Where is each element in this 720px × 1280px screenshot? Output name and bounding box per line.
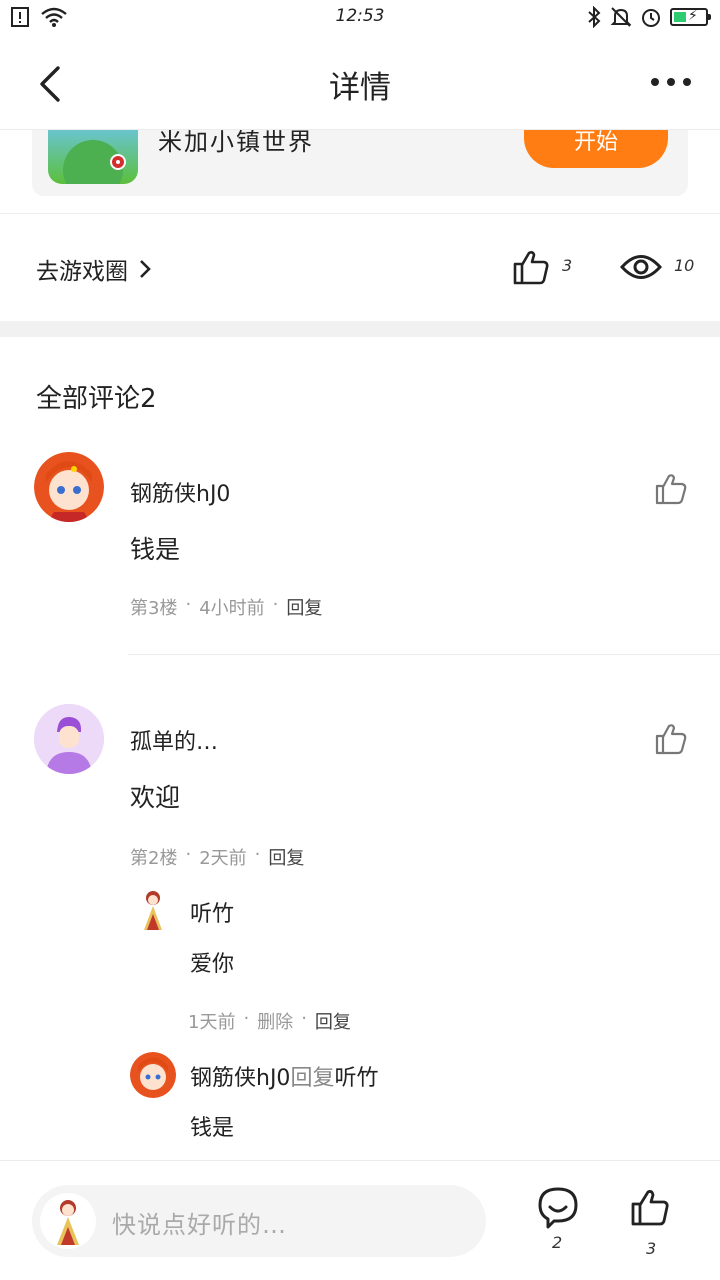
comment-like-icon[interactable] <box>654 472 688 506</box>
reply-header: 钢筋侠hJ0回复听竹 <box>190 1060 378 1092</box>
view-count: 10 <box>674 256 695 275</box>
floor-number: 第3楼 <box>130 598 178 619</box>
comment-divider <box>128 654 720 655</box>
reply-button[interactable]: 回复 <box>315 1008 351 1034</box>
top-navigation-bar: 详情 <box>0 36 720 130</box>
floor-number: 第2楼 <box>130 848 178 869</box>
avatar[interactable] <box>34 452 104 522</box>
meta-separator: · <box>185 594 192 615</box>
comment-like-icon[interactable] <box>654 722 688 756</box>
mute-bell-icon <box>610 7 632 27</box>
reply-button[interactable]: 回复 <box>286 594 322 620</box>
like-count: 3 <box>562 256 573 275</box>
comment-meta: 第2楼 · 2天前 · 回复 <box>130 844 304 870</box>
go-to-game-circle-label: 去游戏圈 <box>36 259 128 285</box>
thumbs-up-icon[interactable] <box>512 248 550 286</box>
comment-username[interactable]: 孤单的… <box>130 724 218 756</box>
eye-icon <box>620 255 662 279</box>
comment-input-placeholder: 快说点好听的… <box>112 1211 287 1239</box>
section-separator <box>0 321 720 337</box>
like-count: 3 <box>646 1239 657 1258</box>
comment-time: 2天前 <box>199 848 247 869</box>
avatar[interactable] <box>34 704 104 774</box>
thumbs-up-icon[interactable] <box>630 1187 670 1227</box>
status-right-icons: ⚡ <box>586 6 711 28</box>
reply-text: 爱你 <box>190 952 235 977</box>
delete-button[interactable]: 删除 <box>257 1008 293 1034</box>
comment-item: 钢筋侠hJ0 钱是 第3楼 · 4小时前 · 回复 <box>0 452 720 652</box>
bottom-action-bar: 快说点好听的… 2 3 <box>0 1160 720 1280</box>
meta-separator: · <box>243 1008 250 1029</box>
bluetooth-icon <box>588 6 601 28</box>
comment-time: 4小时前 <box>199 598 265 619</box>
chevron-right-icon <box>140 260 151 278</box>
comment-meta: 第3楼 · 4小时前 · 回复 <box>130 594 322 620</box>
go-to-game-circle-link[interactable]: 去游戏圈 <box>36 252 152 286</box>
reply-username[interactable]: 听竹 <box>190 896 234 928</box>
comment-text: 钱是 <box>130 535 181 564</box>
alarm-icon <box>642 9 660 27</box>
more-options-icon[interactable] <box>650 72 692 92</box>
reply-time: 1天前 <box>188 1012 236 1033</box>
meta-separator: · <box>185 844 192 865</box>
all-comments-title: 全部评论2 <box>36 384 157 414</box>
comment-input[interactable]: 快说点好听的… <box>32 1185 486 1257</box>
comment-bubble-icon[interactable] <box>536 1185 580 1229</box>
reply-button[interactable]: 回复 <box>268 844 304 870</box>
meta-separator: · <box>254 844 261 865</box>
comment-text: 欢迎 <box>130 783 181 812</box>
reply-text: 钱是 <box>190 1116 235 1141</box>
comment-item: 孤单的… 欢迎 第2楼 · 2天前 · 回复 听竹 爱你 1天前 · 删除 · … <box>0 704 720 1154</box>
reply-meta: 1天前 · 删除 · 回复 <box>188 1008 351 1034</box>
comment-username[interactable]: 钢筋侠hJ0 <box>130 476 230 508</box>
reply-word: 回复 <box>290 1066 335 1091</box>
battery-icon: ⚡ <box>670 8 711 26</box>
my-avatar <box>40 1193 96 1249</box>
reply-username[interactable]: 钢筋侠hJ0 <box>190 1066 290 1091</box>
meta-separator: · <box>272 594 279 615</box>
reply-target-username[interactable]: 听竹 <box>334 1066 378 1091</box>
page-title: 详情 <box>329 70 391 106</box>
meta-separator: · <box>301 1008 307 1029</box>
post-meta-row: 去游戏圈 3 10 <box>0 214 720 320</box>
reply-avatar[interactable] <box>130 886 176 932</box>
reply-avatar[interactable] <box>130 1052 176 1098</box>
comment-count: 2 <box>552 1233 563 1252</box>
status-bar: 12:53 ⚡ <box>0 0 720 36</box>
